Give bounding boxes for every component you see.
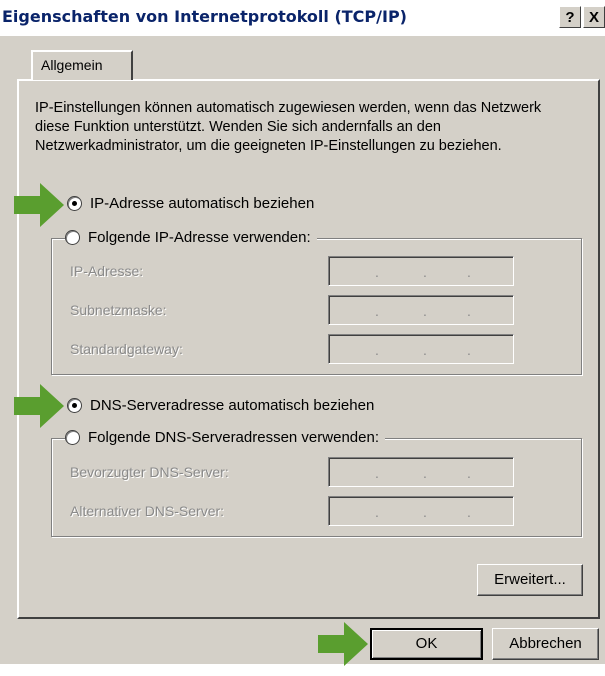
ip-address-label: IP-Adresse:: [70, 263, 144, 279]
description-text: IP-Einstellungen können automatisch zuge…: [35, 100, 542, 154]
radio-dns-manual[interactable]: Folgende DNS-Serveradressen verwenden:: [65, 429, 385, 446]
ip-address-field[interactable]: ...: [328, 256, 514, 286]
radio-dns-auto-label: DNS-Serveradresse automatisch beziehen: [90, 397, 375, 414]
radio-ip-manual[interactable]: Folgende IP-Adresse verwenden:: [65, 229, 317, 246]
preferred-dns-field[interactable]: ...: [328, 457, 514, 487]
alternate-dns-field[interactable]: ...: [328, 496, 514, 526]
arrow-right-icon: [318, 622, 368, 666]
ok-button[interactable]: OK: [370, 628, 483, 660]
bottom-margin: [0, 664, 605, 676]
alternate-dns-label: Alternativer DNS-Server:: [70, 503, 225, 519]
tab-allgemein[interactable]: Allgemein: [31, 50, 133, 80]
dialog-window: Eigenschaften von Internetprotokoll (TCP…: [0, 0, 605, 664]
radio-icon: [67, 196, 82, 211]
subnet-mask-field[interactable]: ...: [328, 295, 514, 325]
radio-icon: [65, 430, 80, 445]
radio-icon: [65, 230, 80, 245]
radio-dns-manual-label: Folgende DNS-Serveradressen verwenden:: [88, 429, 379, 446]
radio-ip-auto[interactable]: IP-Adresse automatisch beziehen: [67, 195, 321, 212]
title-bar: Eigenschaften von Internetprotokoll (TCP…: [0, 0, 605, 36]
preferred-dns-label: Bevorzugter DNS-Server:: [70, 464, 229, 480]
cancel-button[interactable]: Abbrechen: [492, 628, 599, 660]
tab-label: Allgemein: [41, 57, 103, 73]
advanced-button[interactable]: Erweitert...: [477, 564, 583, 596]
arrow-right-icon: [14, 384, 64, 428]
radio-ip-auto-label: IP-Adresse automatisch beziehen: [90, 195, 315, 212]
radio-ip-manual-label: Folgende IP-Adresse verwenden:: [88, 229, 311, 246]
default-gateway-field[interactable]: ...: [328, 334, 514, 364]
subnet-mask-label: Subnetzmaske:: [70, 302, 167, 318]
default-gateway-label: Standardgateway:: [70, 341, 183, 357]
arrow-right-icon: [14, 183, 64, 227]
radio-dns-auto[interactable]: DNS-Serveradresse automatisch beziehen: [67, 397, 381, 414]
close-button[interactable]: X: [583, 6, 605, 28]
help-button[interactable]: ?: [559, 6, 581, 28]
radio-icon: [67, 398, 82, 413]
window-title: Eigenschaften von Internetprotokoll (TCP…: [2, 7, 407, 26]
